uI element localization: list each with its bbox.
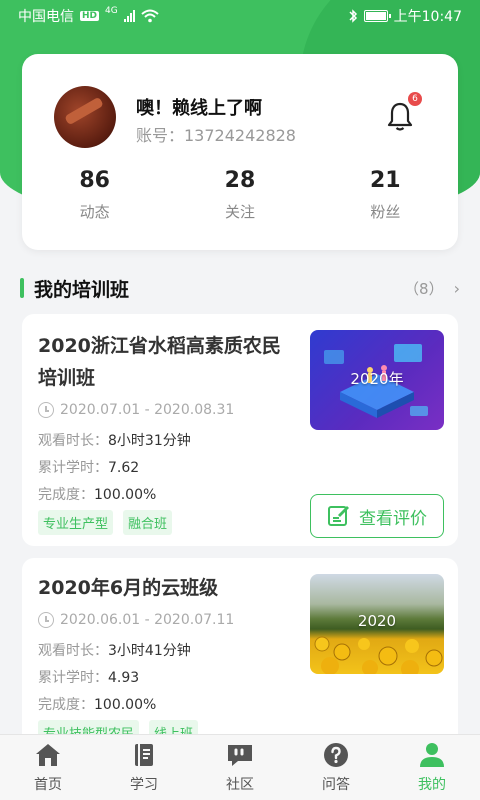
book-icon [135,743,153,766]
info-label: 观看时长： [38,433,108,449]
completion-line: 完成度：100.00% [38,694,156,714]
course-card[interactable]: 2020年6月的云班级 2020 2020.06.01 - 2020.07.11… [22,558,458,748]
nav-label: 社区 [226,776,254,793]
thumbnail-label: 2020 [357,612,397,630]
course-thumbnail: 2020 [310,574,444,674]
course-title: 2020浙江省水稻高素质农民培训班 [38,335,281,389]
wifi-icon [141,9,159,23]
clock-icon [38,612,54,628]
home-icon [36,743,60,766]
clock-time: 上午10:47 [393,9,462,25]
view-review-button[interactable]: 查看评价 [310,494,444,538]
chevron-right-icon[interactable]: › [454,279,460,298]
nav-home[interactable]: 首页 [0,735,96,800]
stat-posts[interactable]: 86 动态 [22,168,167,222]
review-button-label: 查看评价 [359,508,427,529]
info-label: 观看时长： [38,643,108,659]
chat-quote-icon [228,744,252,766]
hd-badge: HD [80,11,100,21]
stat-label: 粉丝 [370,203,401,221]
training-section-header[interactable]: 我的培训班 （8） › [20,274,460,302]
status-bar: 中国电信 HD 4G 上午10:47 [0,0,480,32]
nav-study[interactable]: 学习 [96,735,192,800]
course-card[interactable]: 2020浙江省水稻高素质农民培训班 2020年 2020.07.01 - 202… [22,314,458,546]
stat-value: 28 [224,168,256,193]
notification-badge: 6 [408,92,422,106]
nickname: 噢！赖线上了啊 [136,98,262,119]
course-thumbnail: 2020年 [310,330,444,430]
avatar[interactable] [54,86,116,148]
info-value: 100.00% [94,487,157,503]
network-type: 4G [105,6,118,16]
info-value: 100.00% [94,697,157,713]
info-value: 3小时41分钟 [108,643,191,659]
info-value: 4.93 [108,670,140,686]
date-range: 2020.07.01 - 2020.08.31 [60,402,235,418]
watch-time-line: 观看时长：8小时31分钟 [38,430,191,450]
info-label: 累计学时： [38,460,108,476]
nav-label: 问答 [322,776,350,793]
bottom-navigation: 首页 学习 社区 问答 我的 [0,734,480,800]
study-hours-line: 累计学时：7.62 [38,457,139,477]
stats-row: 86 动态 28 关注 21 粉丝 [22,168,458,222]
thumbnail-label: 2020年 [350,370,404,388]
info-value: 8小时31分钟 [108,433,191,449]
info-label: 完成度： [38,487,94,503]
battery-icon [363,10,391,22]
section-title: 我的培训班 [34,278,130,301]
stat-followers[interactable]: 21 粉丝 [313,168,458,222]
stat-following[interactable]: 28 关注 [167,168,312,222]
study-hours-line: 累计学时：4.93 [38,667,139,687]
course-date: 2020.06.01 - 2020.07.11 [38,612,234,628]
bluetooth-icon [349,9,357,23]
nav-label: 首页 [34,776,62,793]
question-icon [324,742,348,767]
course-tag: 专业生产型 [38,510,114,535]
stat-value: 86 [79,168,110,193]
section-accent-bar [20,278,24,298]
info-label: 累计学时： [38,670,108,686]
course-date: 2020.07.01 - 2020.08.31 [38,402,234,418]
course-tag: 融合班 [123,510,173,535]
watch-time-line: 观看时长：3小时41分钟 [38,640,191,660]
completion-line: 完成度：100.00% [38,484,156,504]
stat-label: 关注 [224,203,255,221]
nav-mine[interactable]: 我的 [384,735,480,800]
edit-icon [328,506,349,526]
clock-icon [38,402,54,418]
course-tags: 专业生产型 融合班 [38,510,173,535]
date-range: 2020.06.01 - 2020.07.11 [60,612,235,628]
nav-qa[interactable]: 问答 [288,735,384,800]
account-number: 账号：13724242828 [136,126,296,145]
user-icon [420,742,444,767]
profile-card: 噢！赖线上了啊 账号：13724242828 6 86 动态 28 关注 21 … [22,54,458,250]
nav-community[interactable]: 社区 [192,735,288,800]
nav-label: 学习 [130,776,158,793]
course-title: 2020年6月的云班级 [38,577,219,599]
info-value: 7.62 [108,460,140,476]
section-count: （8） [404,279,444,298]
signal-icon [123,10,135,22]
stat-value: 21 [370,168,401,193]
nav-label: 我的 [418,776,446,793]
info-label: 完成度： [38,697,94,713]
carrier-name: 中国电信 [18,9,74,25]
stat-label: 动态 [79,203,110,221]
